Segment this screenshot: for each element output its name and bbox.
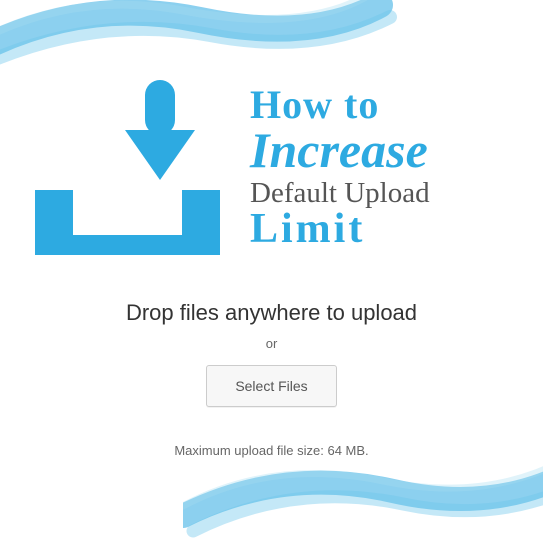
hero-line-4: Limit — [250, 207, 430, 251]
hero-line-1: How to — [250, 84, 430, 126]
upload-area[interactable]: Drop files anywhere to upload or Select … — [0, 300, 543, 458]
hero-banner: How to Increase Default Upload Limit — [35, 80, 508, 255]
or-separator: or — [0, 336, 543, 351]
hero-text: How to Increase Default Upload Limit — [250, 84, 430, 251]
download-tray-icon — [35, 80, 220, 255]
select-files-button[interactable]: Select Files — [206, 365, 336, 407]
drop-instruction: Drop files anywhere to upload — [0, 300, 543, 326]
hero-line-2: Increase — [250, 124, 430, 177]
hero-line-3: Default Upload — [250, 178, 430, 208]
max-upload-size-text: Maximum upload file size: 64 MB. — [0, 443, 543, 458]
